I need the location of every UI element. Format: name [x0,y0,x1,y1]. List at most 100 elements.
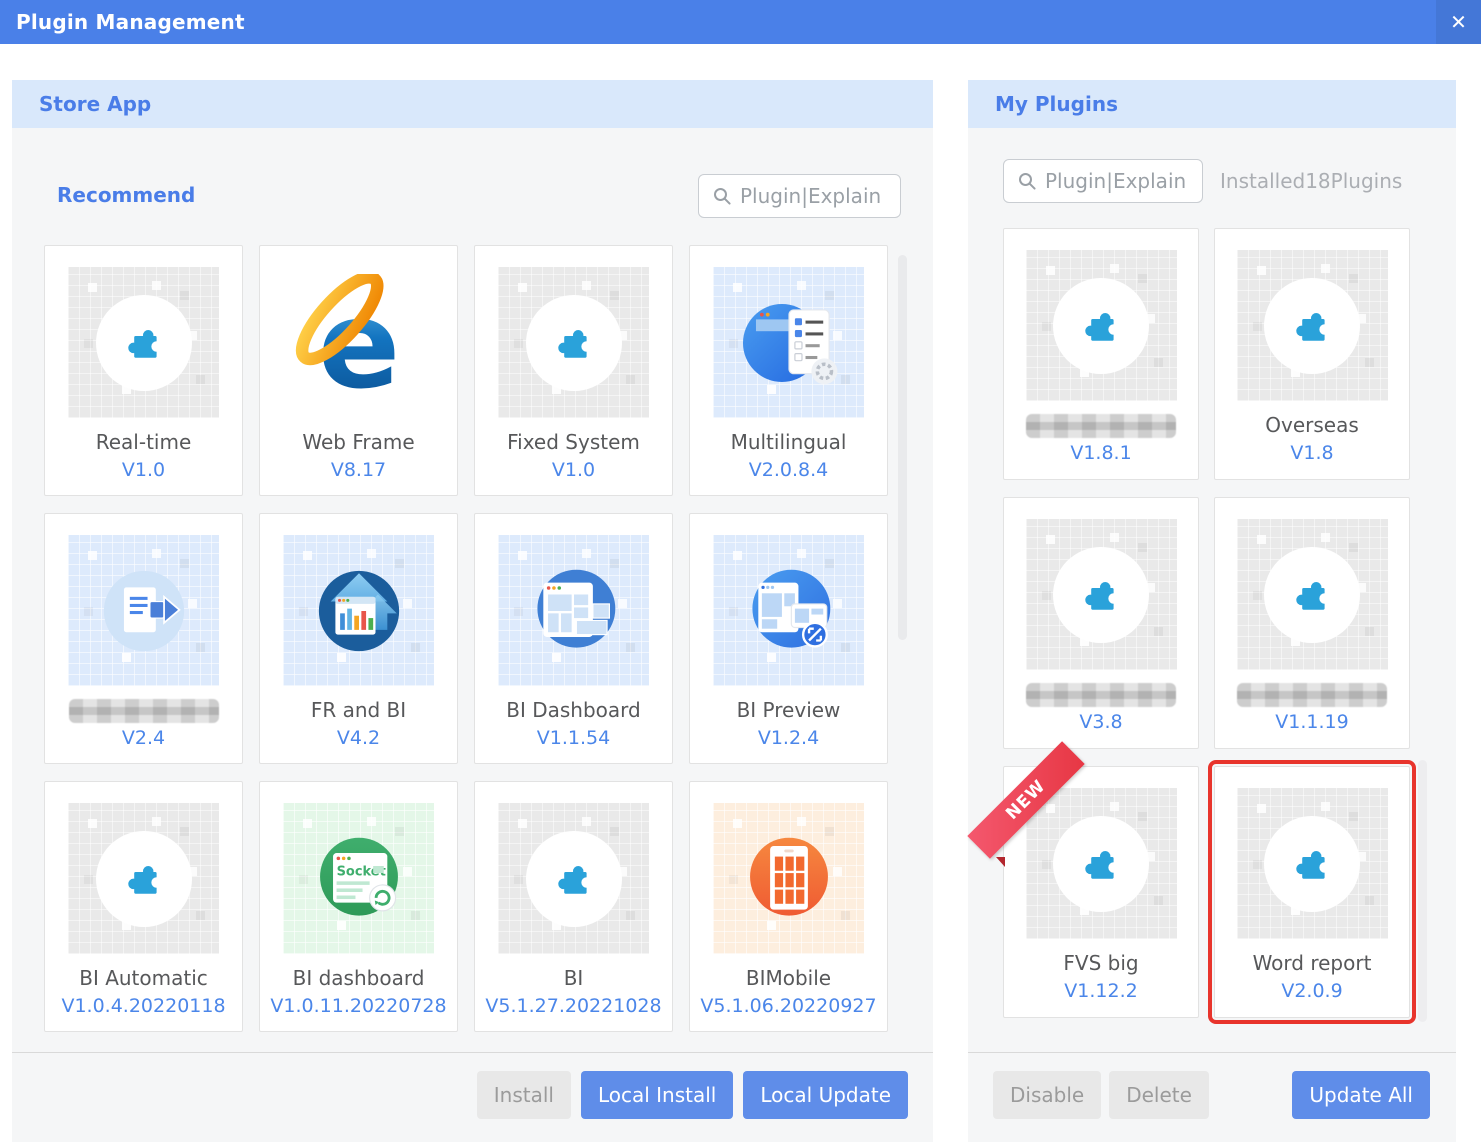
plugin-card[interactable]: Overseas V1.8 [1214,228,1410,480]
disable-button[interactable]: Disable [993,1071,1102,1119]
store-search-input[interactable] [740,184,900,208]
update-all-button[interactable]: Update All [1292,1071,1430,1119]
store-panel-title: Store App [39,92,152,116]
plugin-name: Real-time [95,430,192,454]
plugin-card[interactable]: V1.1.19 [1214,497,1410,749]
dialog-title: Plugin Management [16,10,245,34]
plugin-card[interactable]: Word report V2.0.9 [1208,760,1416,1024]
plugin-card[interactable]: V3.8 [1003,497,1199,749]
censored-plugin-name [68,699,219,723]
delete-button[interactable]: Delete [1109,1071,1209,1119]
plugin-version: V2.0.8.4 [748,459,829,481]
local-install-button[interactable]: Local Install [580,1071,734,1119]
search-icon [1019,173,1036,190]
plugin-version: V4.2 [336,727,381,749]
plugin-name: BI [563,966,584,990]
plugin-tile [1025,519,1177,670]
plugin-tile: e [283,267,434,418]
plugin-version: V2.4 [121,727,166,749]
my-plugins-search-box[interactable] [1003,159,1203,203]
plugin-card[interactable]: Real-time V1.0 [44,245,243,496]
store-search-box[interactable] [698,174,901,218]
censored-plugin-name [1237,683,1387,707]
plugin-tile [68,535,219,686]
puzzle-icon [557,329,592,358]
plugin-tile [498,535,649,686]
checklist-icon [742,303,837,384]
close-icon: ✕ [1450,10,1467,34]
icon-circle [1264,546,1360,643]
my-plugins-scrollbar-thumb[interactable] [1418,760,1427,1022]
plugin-card[interactable]: BIMobile V5.1.06.20220927 [689,781,888,1032]
my-plugins-search-input[interactable] [1045,169,1202,193]
plugin-name: Word report [1252,951,1372,975]
plugin-card[interactable]: e Web Frame V8.17 [259,245,458,496]
plugin-card[interactable]: BI Automatic V1.0.4.20220118 [44,781,243,1032]
icon-circle [1264,815,1360,912]
store-scrollbar-thumb[interactable] [898,255,907,640]
plugin-name: Web Frame [302,430,415,454]
icon-circle [1053,815,1149,912]
icon-circle [1264,277,1360,374]
plugin-card[interactable]: BI Preview V1.2.4 [689,513,888,764]
icon-circle [1053,546,1149,643]
plugin-version: V8.17 [330,459,387,481]
plugin-tile [68,803,219,954]
plugin-tile [713,535,864,686]
close-button[interactable]: ✕ [1436,0,1481,44]
plugin-card[interactable]: V1.8.1 [1003,228,1199,480]
plugin-version: V1.1.54 [536,727,611,749]
local-update-button[interactable]: Local Update [743,1071,908,1119]
my-plugins-card-grid: V1.8.1 Overseas V1.8 V3.8 V1.1.19 NEW FV… [967,228,1416,1024]
store-panel-header: Store App [12,80,933,128]
plugin-version: V1.12.2 [1064,980,1138,1002]
plugin-version: V5.1.27.20221028 [485,995,662,1017]
plugin-tile [1025,788,1177,939]
my-plugins-panel-header: My Plugins [968,80,1456,128]
plugin-name: BI Dashboard [506,698,641,722]
dialog-titlebar: Plugin Management ✕ [0,0,1481,44]
icon-circle [95,294,192,391]
plugin-card[interactable]: BI V5.1.27.20221028 [474,781,673,1032]
plugin-tile [283,535,434,686]
icon-circle [95,830,192,927]
install-button[interactable]: Install [476,1071,571,1119]
doc-export-icon [103,570,184,651]
plugin-card[interactable]: V2.4 [44,513,243,764]
plugin-version: V1.8 [1290,442,1334,464]
plugin-name: FVS big [1063,951,1139,975]
plugin-version: V1.0 [551,459,596,481]
puzzle-icon [1296,312,1330,341]
plugin-name: Fixed System [507,430,640,454]
plugin-version: V3.8 [1079,711,1123,733]
installed-count-label: Installed18Plugins [1220,169,1403,193]
puzzle-icon [1085,581,1119,610]
plugin-version: V1.2.4 [757,727,820,749]
preview-icon [751,569,830,648]
plugin-name: Overseas [1265,413,1359,437]
plugin-name: BI dashboard [292,966,425,990]
plugin-tile [1025,250,1177,401]
plugin-card[interactable]: NEW FVS big V1.12.2 [967,741,1199,1018]
plugin-name: Multilingual [730,430,847,454]
ie-icon: e [295,273,400,412]
plugin-tile [1236,788,1388,939]
my-plugins-panel-title: My Plugins [995,92,1118,116]
plugin-card[interactable]: Multilingual V2.0.8.4 [689,245,888,496]
puzzle-icon [127,865,162,894]
puzzle-icon [127,329,162,358]
house-chart-icon [318,570,399,651]
plugin-card[interactable]: FR and BI V4.2 [259,513,458,764]
plugin-version: V1.0 [121,459,166,481]
puzzle-icon [557,865,592,894]
plugin-tile [498,803,649,954]
mobile-grid-icon [749,837,828,916]
plugin-card[interactable]: Fixed System V1.0 [474,245,673,496]
store-card-grid: Real-time V1.0 e Web Frame V8.17 Fixed Sys… [44,245,888,1032]
plugin-version: V2.0.9 [1281,980,1343,1002]
plugin-card[interactable]: Socket BI dashboard V1.0.11.20220728 [259,781,458,1032]
puzzle-icon [1085,312,1119,341]
plugin-card[interactable]: BI Dashboard V1.1.54 [474,513,673,764]
store-footer: Install Local Install Local Update [12,1052,933,1142]
plugin-tile [713,803,864,954]
